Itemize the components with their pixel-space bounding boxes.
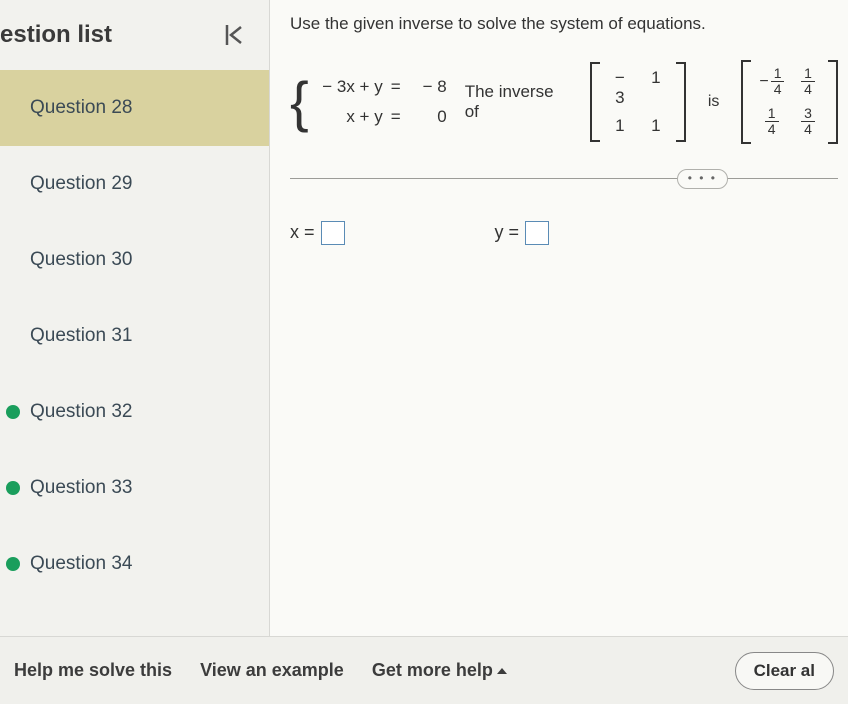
status-dot-icon	[6, 557, 20, 571]
help-me-solve-button[interactable]: Help me solve this	[14, 660, 172, 681]
question-label: Question 33	[30, 477, 132, 499]
question-label: Question 29	[30, 173, 132, 195]
view-example-button[interactable]: View an example	[200, 660, 344, 681]
status-dot-icon	[6, 481, 20, 495]
left-brace-icon: {	[290, 69, 309, 134]
matrix-cell: 1	[644, 116, 668, 136]
section-divider: • • •	[290, 178, 838, 179]
question-list-item[interactable]: Question 34	[0, 526, 269, 602]
matrix-cell: 14	[759, 106, 784, 138]
question-list-item[interactable]: Question 33	[0, 450, 269, 526]
sidebar-header: estion list	[0, 0, 269, 70]
question-list-item[interactable]: Question 29	[0, 146, 269, 222]
equation-1: − 3x + y = − 8	[315, 77, 447, 97]
more-options-button[interactable]: • • •	[677, 169, 728, 189]
matrix-cell: − 3	[608, 68, 632, 108]
system-of-equations: { − 3x + y = − 8 x + y = 0	[290, 69, 447, 134]
coefficient-matrix: − 3 1 1 1	[590, 62, 686, 142]
get-more-help-button[interactable]: Get more help	[372, 660, 507, 681]
question-list-item[interactable]: Question 31	[0, 298, 269, 374]
equation-2: x + y = 0	[315, 107, 447, 127]
collapse-sidebar-button[interactable]	[219, 21, 257, 49]
answer-row: x = y =	[290, 221, 838, 245]
sidebar-title: estion list	[0, 21, 112, 49]
is-label: is	[708, 93, 720, 111]
problem-row: { − 3x + y = − 8 x + y = 0 The inverse o…	[290, 60, 838, 144]
matrix-cell: −14	[759, 66, 784, 98]
x-label: x =	[290, 222, 315, 243]
collapse-icon	[219, 21, 247, 49]
y-input[interactable]	[525, 221, 549, 245]
question-content: Use the given inverse to solve the syste…	[270, 0, 848, 636]
question-list-item[interactable]: Question 28	[0, 70, 269, 146]
question-list-item[interactable]: Question 32	[0, 374, 269, 450]
matrix-cell: 14	[796, 66, 820, 98]
instruction-text: Use the given inverse to solve the syste…	[290, 14, 838, 34]
y-label: y =	[495, 222, 520, 243]
clear-all-button[interactable]: Clear al	[735, 652, 834, 690]
question-list-sidebar: estion list Question 28 Question 29 Questi…	[0, 0, 270, 636]
question-label: Question 31	[30, 325, 132, 347]
question-label: Question 28	[30, 97, 132, 119]
status-dot-icon	[6, 405, 20, 419]
caret-up-icon	[497, 668, 507, 674]
matrix-cell: 1	[644, 68, 668, 108]
question-list-item[interactable]: Question 30	[0, 222, 269, 298]
x-input[interactable]	[321, 221, 345, 245]
question-label: Question 30	[30, 249, 132, 271]
matrix-cell: 1	[608, 116, 632, 136]
inverse-of-label: The inverse of	[465, 82, 572, 122]
question-label: Question 34	[30, 553, 132, 575]
inverse-matrix: −14 14 14 34	[741, 60, 838, 144]
footer-toolbar: Help me solve this View an example Get m…	[0, 636, 848, 704]
question-label: Question 32	[30, 401, 132, 423]
matrix-cell: 34	[796, 106, 820, 138]
